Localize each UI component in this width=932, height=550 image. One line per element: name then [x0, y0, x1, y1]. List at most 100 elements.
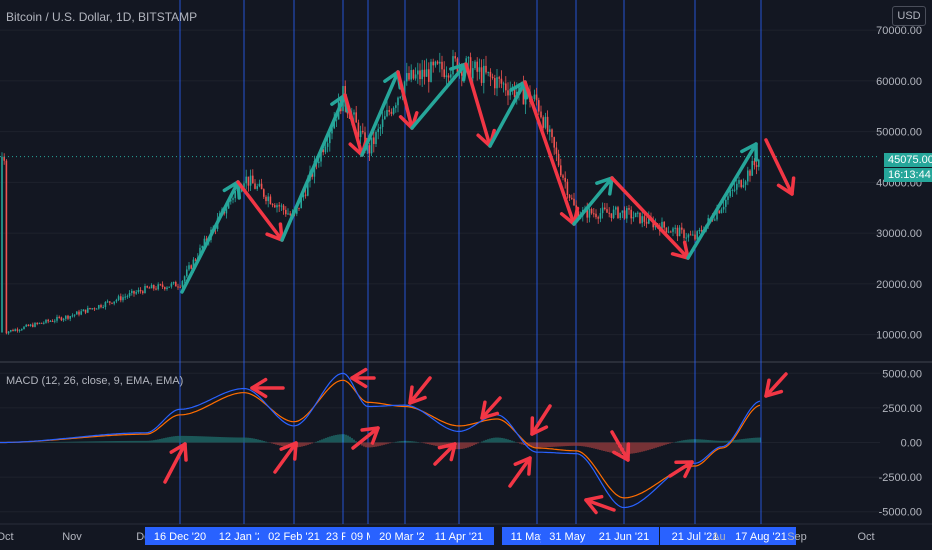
candle-body [588, 208, 591, 218]
candle-body [406, 73, 408, 82]
candle-body [381, 119, 384, 128]
candle-body [95, 308, 98, 310]
candle-body [282, 205, 285, 210]
candle-body [10, 330, 12, 332]
candle-body [274, 205, 276, 208]
macd-line [0, 372, 761, 509]
candle-body [260, 183, 263, 190]
candle-body [496, 77, 498, 89]
candle-body [491, 76, 494, 79]
candle-body [551, 129, 553, 138]
candle-body [621, 210, 624, 213]
candle-body [27, 324, 30, 327]
candle-body [672, 228, 674, 232]
candle-body [38, 322, 41, 324]
candle-body [265, 196, 267, 202]
candle-body [56, 316, 58, 321]
candle-body [452, 56, 454, 75]
candle-body [568, 195, 571, 198]
candle-body [643, 216, 646, 222]
candle-body [436, 61, 439, 64]
candle-body [390, 111, 393, 114]
candle-body [399, 96, 401, 98]
candle-body [104, 302, 107, 308]
candle-body [146, 286, 148, 288]
countdown-tag: 16:13:44 [884, 168, 932, 182]
candle-body [245, 176, 247, 184]
candle-body [159, 284, 162, 286]
macd-tick-label: -2500.00 [879, 472, 922, 484]
chart-canvas[interactable]: 70000.0060000.0050000.0040000.0030000.00… [0, 0, 932, 550]
candle-body [153, 284, 155, 289]
candle-body [502, 83, 505, 85]
candle-body [128, 292, 131, 297]
candle-body [353, 112, 355, 115]
candle-body [557, 153, 560, 166]
last-price-tag: 45075.00 [884, 153, 932, 167]
axes: 70000.0060000.0050000.0040000.0030000.00… [0, 25, 922, 545]
candle-body [370, 137, 373, 154]
currency-button[interactable]: USD [892, 6, 926, 26]
time-tick-label: Nov [62, 531, 82, 543]
candle-body [142, 291, 144, 294]
candle-body [78, 311, 80, 315]
candle-body [7, 331, 10, 334]
candle-body [619, 212, 621, 219]
candle-body [742, 184, 745, 188]
candle-body [58, 316, 60, 318]
uptrend-arrow [180, 180, 240, 294]
candle-body [161, 284, 164, 288]
candle-body [727, 196, 729, 200]
candle-body [397, 97, 399, 106]
candle-body [32, 324, 34, 327]
candle-body [696, 231, 698, 240]
candle-body [375, 132, 377, 144]
candle-body [267, 196, 269, 202]
price-tick-label: 50000.00 [876, 127, 922, 139]
candle-body [601, 207, 604, 214]
candle-body [498, 77, 500, 79]
candle-body [157, 284, 159, 290]
candle-body [98, 305, 100, 309]
candle-body [467, 57, 470, 59]
candle-body [3, 156, 5, 161]
candle-body [419, 70, 421, 80]
price-tick-label: 30000.00 [876, 228, 922, 240]
candle-body [687, 234, 690, 238]
candle-body [120, 296, 122, 301]
candle-body [718, 210, 720, 214]
candle-body [67, 315, 69, 319]
candle-body [617, 207, 619, 219]
candle-body [190, 265, 192, 269]
candle-body [663, 221, 665, 228]
candle-body [412, 70, 415, 79]
candle-body [421, 69, 423, 80]
macd-label: MACD (12, 26, close, 9, EMA, EMA) [6, 375, 184, 387]
candle-body [21, 329, 23, 331]
time-tick-label: Oct [0, 531, 14, 543]
candle-body [84, 309, 87, 313]
candle-body [615, 207, 617, 210]
price-tick-label: 20000.00 [876, 279, 922, 291]
candle-body [71, 315, 74, 317]
signal-line [0, 379, 761, 499]
candle-body [626, 208, 628, 219]
time-tick-label: 17 Aug '21 [735, 531, 787, 543]
candle-body [395, 105, 397, 108]
grid [0, 29, 932, 525]
candle-body [606, 209, 608, 213]
candle-body [298, 207, 300, 209]
candle-body [51, 320, 54, 322]
candle-body [181, 281, 184, 287]
candle-body [507, 90, 509, 96]
candle-body [483, 65, 485, 83]
candle-body [694, 234, 696, 240]
candle-body [131, 290, 133, 293]
candle-body [89, 307, 91, 309]
candle-body [610, 213, 613, 218]
candle-body [683, 229, 685, 239]
uptrend-arrow [572, 176, 614, 226]
candle-body [256, 186, 258, 189]
candle-body [249, 175, 252, 186]
candle-body [430, 61, 432, 82]
